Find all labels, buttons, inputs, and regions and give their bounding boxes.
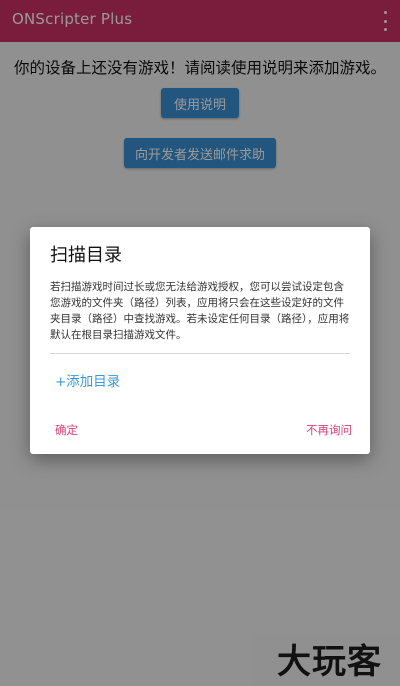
site-watermark: 大玩客: [277, 642, 382, 682]
add-directory-button[interactable]: +添加目录: [55, 370, 120, 390]
never-ask-again-button[interactable]: 不再询问: [306, 422, 352, 438]
dialog-title: 扫描目录: [50, 245, 122, 266]
dialog-message: 若扫描游戏时间过长或您无法给游戏授权，您可以尝试设定包含您游戏的文件夹（路径）列…: [50, 281, 350, 341]
confirm-button[interactable]: 确定: [55, 422, 78, 438]
scan-directory-dialog: 扫描目录 若扫描游戏时间过长或您无法给游戏授权，您可以尝试设定包含您游戏的文件夹…: [30, 227, 370, 454]
dialog-divider: [50, 353, 350, 354]
